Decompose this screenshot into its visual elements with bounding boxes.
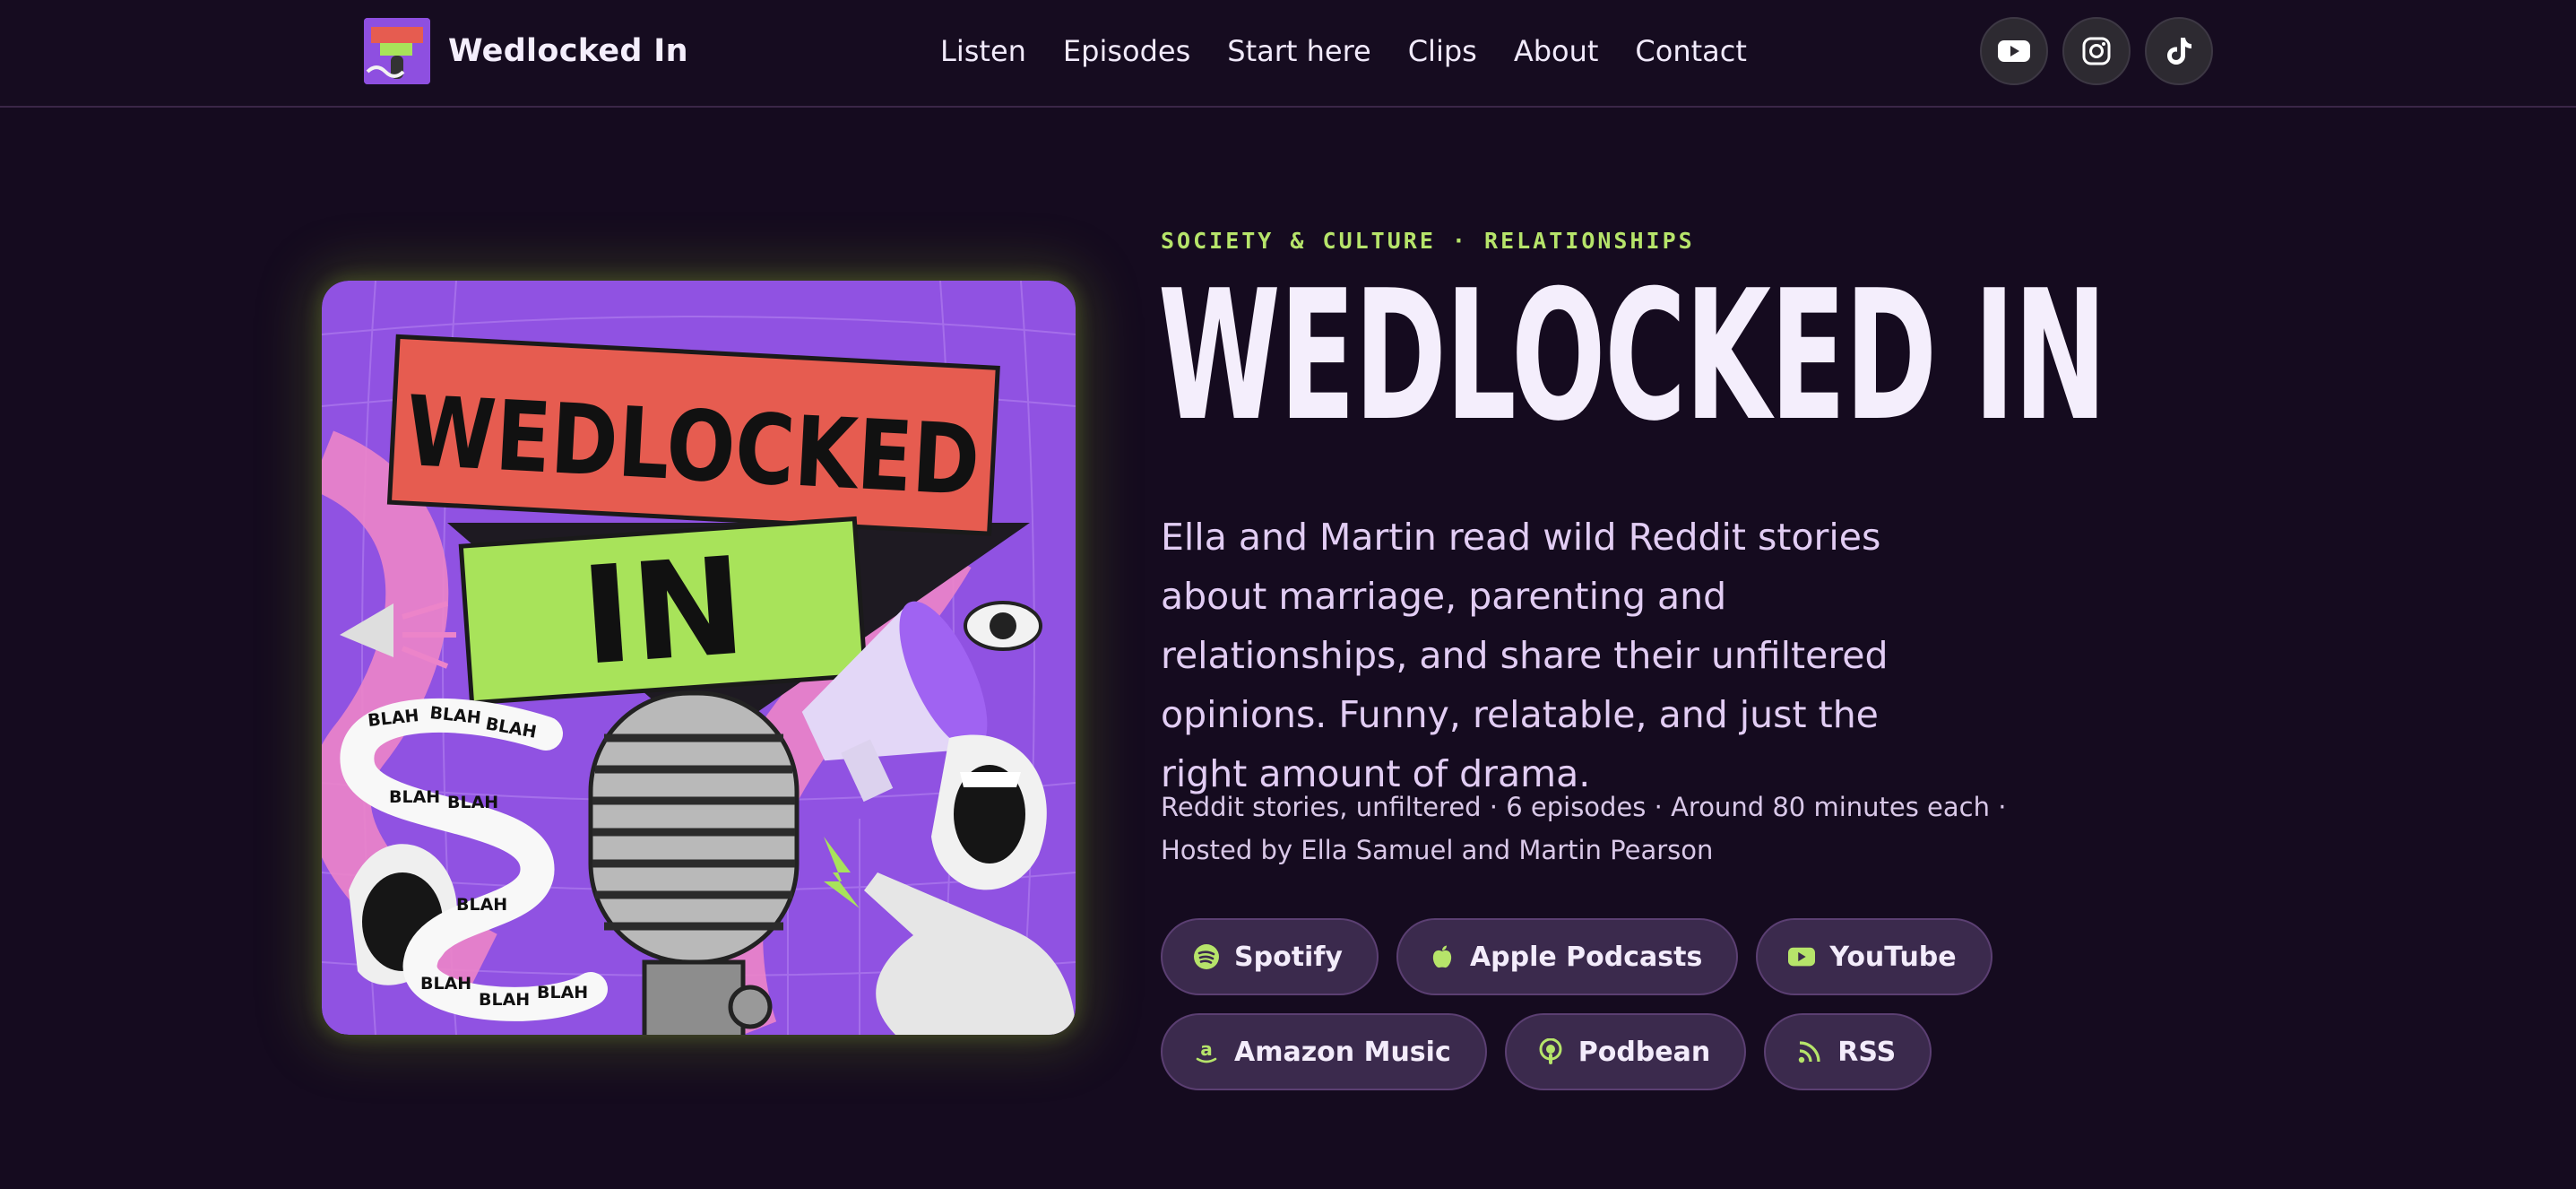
- amazon-icon: a: [1193, 1038, 1220, 1065]
- podcast-logo-thumbnail: [364, 18, 430, 84]
- podbean-button[interactable]: Podbean: [1504, 1013, 1747, 1090]
- rss-icon: [1796, 1038, 1823, 1065]
- cover-ribbon-word-5: BLAH: [447, 793, 498, 812]
- nav-link-about[interactable]: About: [1514, 34, 1599, 68]
- youtube-icon: [1998, 40, 2030, 62]
- social-links: [1980, 17, 2227, 85]
- apple-podcasts-label: Apple Podcasts: [1469, 941, 1703, 973]
- cover-ribbon-word-8: BLAH: [479, 990, 530, 1010]
- spotify-icon: [1193, 943, 1220, 970]
- top-navigation-bar: Wedlocked In Listen Episodes Start here …: [0, 0, 2576, 108]
- cover-ribbon-word-6: BLAH: [456, 895, 507, 915]
- brand-name: Wedlocked In: [448, 33, 688, 69]
- cover-banner-bottom-text: IN: [576, 529, 749, 696]
- amazon-music-button[interactable]: a Amazon Music: [1161, 1013, 1487, 1090]
- podcast-cover-art: WEDLOCKED IN BLAH BLAH BLAH BLAH BLAH BL…: [322, 281, 1076, 1035]
- nav-link-clips[interactable]: Clips: [1408, 34, 1477, 68]
- podbean-label: Podbean: [1578, 1036, 1711, 1068]
- svg-text:a: a: [1200, 1039, 1213, 1060]
- cover-ribbon-word-4: BLAH: [389, 787, 440, 807]
- apple-podcasts-button[interactable]: Apple Podcasts: [1396, 918, 1739, 995]
- apple-icon: [1429, 943, 1456, 970]
- show-meta: Reddit stories, unfiltered · 6 episodes …: [1161, 792, 2007, 865]
- youtube-social-button[interactable]: [1980, 17, 2048, 85]
- nav-link-contact[interactable]: Contact: [1635, 34, 1747, 68]
- cover-illustration: WEDLOCKED IN BLAH BLAH BLAH BLAH BLAH BL…: [322, 281, 1076, 1035]
- tiktok-icon: [2167, 38, 2191, 65]
- rss-button[interactable]: RSS: [1764, 1013, 1932, 1090]
- nav-link-listen[interactable]: Listen: [940, 34, 1026, 68]
- youtube-label: YouTube: [1829, 941, 1957, 973]
- nav-link-episodes[interactable]: Episodes: [1063, 34, 1190, 68]
- cover-ribbon-word-7: BLAH: [420, 974, 471, 994]
- instagram-icon: [2082, 37, 2111, 65]
- brand-link[interactable]: Wedlocked In: [364, 18, 688, 84]
- show-description: Ella and Martin read wild Reddit stories…: [1161, 516, 1889, 795]
- tiktok-social-button[interactable]: [2145, 17, 2213, 85]
- podbean-icon: [1537, 1038, 1564, 1065]
- page-title: WEDLOCKED IN: [1158, 252, 2107, 461]
- instagram-social-button[interactable]: [2062, 17, 2131, 85]
- main-nav: Listen Episodes Start here Clips About C…: [940, 29, 1784, 74]
- spotify-button[interactable]: Spotify: [1161, 918, 1379, 995]
- cover-ribbon-word-9: BLAH: [537, 983, 588, 1002]
- nav-link-start-here[interactable]: Start here: [1227, 34, 1370, 68]
- category-eyebrow: SOCIETY & CULTURE · RELATIONSHIPS: [1161, 228, 1695, 254]
- rss-label: RSS: [1837, 1036, 1897, 1068]
- listen-platforms: Spotify Apple Podcasts YouTube a Amazon …: [1161, 918, 2236, 1108]
- amazon-music-label: Amazon Music: [1234, 1036, 1451, 1068]
- youtube-icon: [1788, 943, 1816, 970]
- spotify-label: Spotify: [1234, 941, 1343, 973]
- youtube-button[interactable]: YouTube: [1756, 918, 1993, 995]
